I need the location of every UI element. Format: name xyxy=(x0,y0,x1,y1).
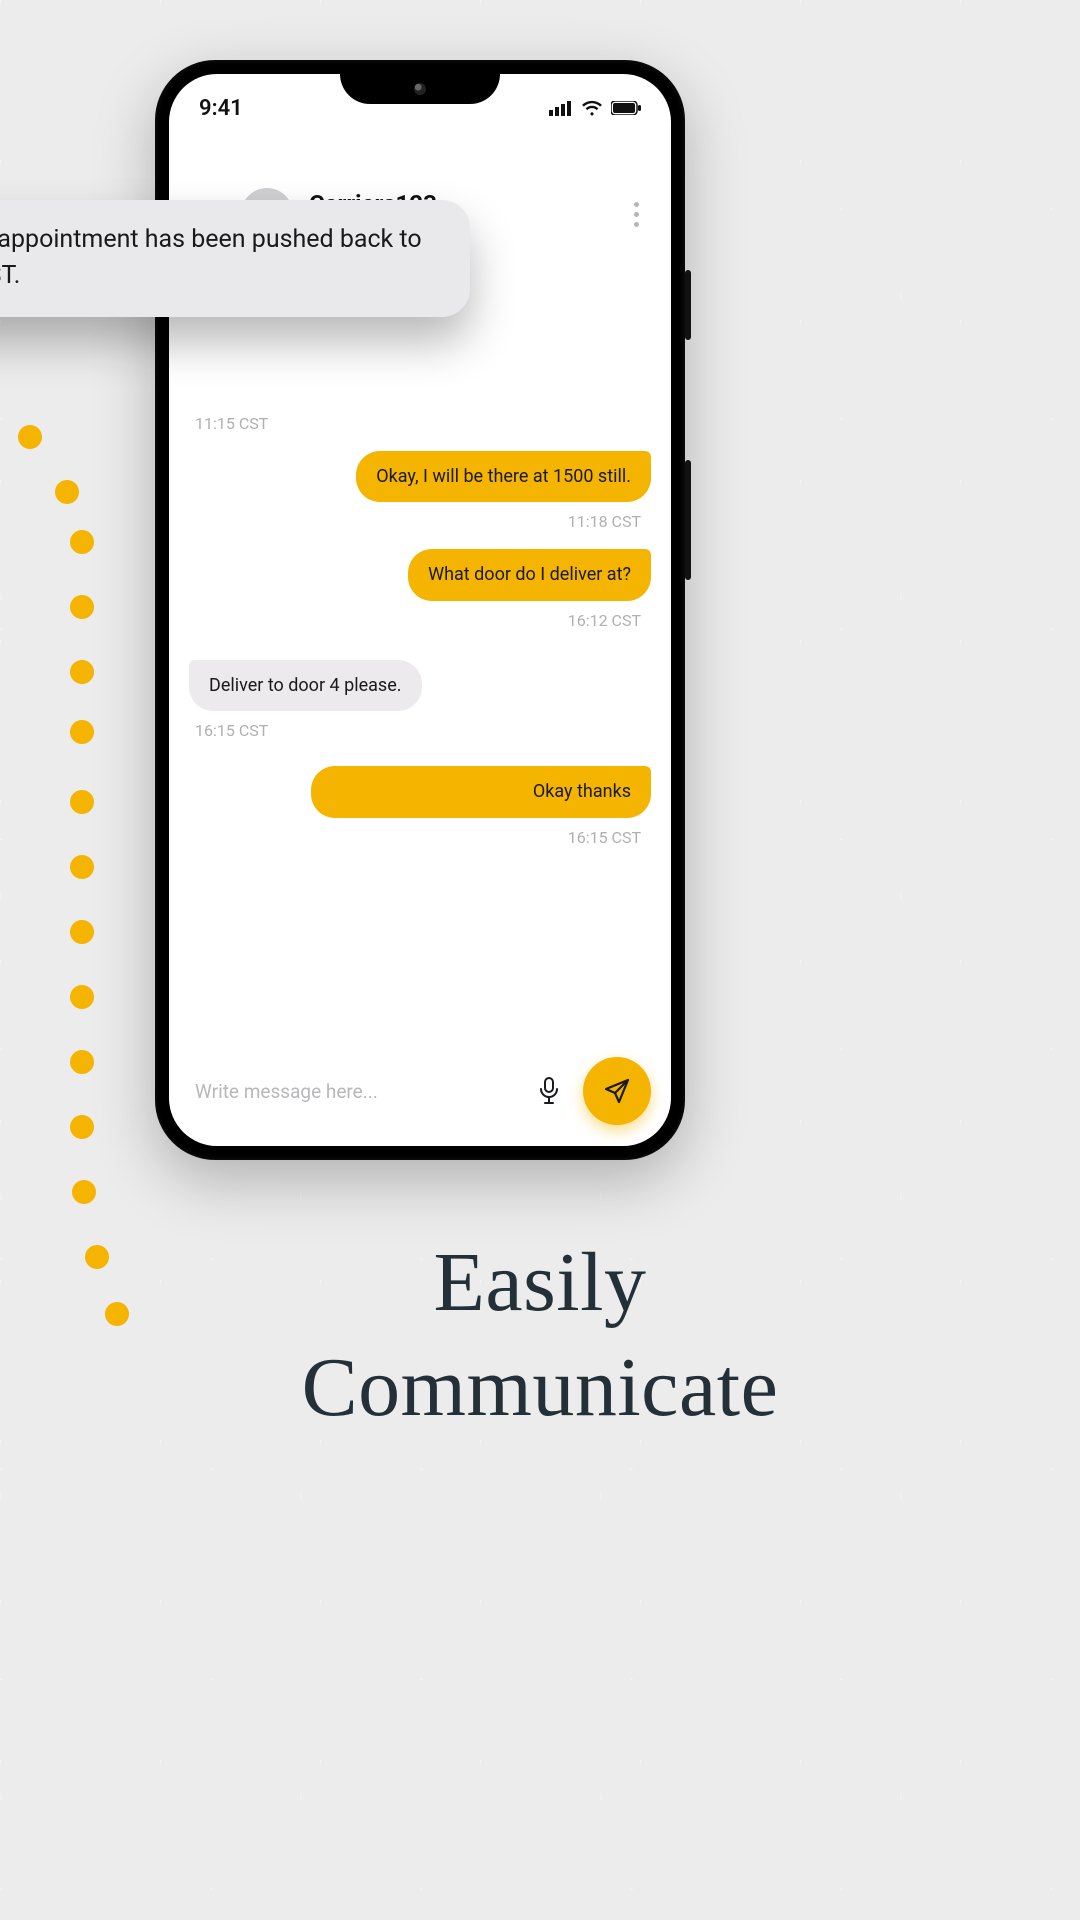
send-button[interactable] xyxy=(583,1057,651,1125)
trail-dot xyxy=(72,1180,96,1204)
message-row-sent: What door do I deliver at? xyxy=(189,549,651,600)
trail-dot xyxy=(70,720,94,744)
cellular-signal-icon xyxy=(549,100,573,116)
battery-icon xyxy=(611,101,641,115)
phone-side-button xyxy=(685,460,691,580)
status-time: 9:41 xyxy=(199,96,243,121)
promo-tagline: Easily Communicate xyxy=(0,1230,1080,1440)
microphone-button[interactable] xyxy=(529,1071,569,1111)
message-bubble-received[interactable]: Deliver to door 4 please. xyxy=(189,660,422,711)
message-input[interactable]: Write message here... xyxy=(189,1066,515,1116)
message-row-sent: Okay thanks xyxy=(189,766,651,817)
wifi-icon xyxy=(581,100,603,116)
send-icon xyxy=(603,1077,631,1105)
trail-dot xyxy=(70,595,94,619)
message-timestamp: 16:15 CST xyxy=(195,721,651,740)
trail-dot xyxy=(70,660,94,684)
message-timestamp: 16:12 CST xyxy=(189,611,641,630)
trail-dot xyxy=(70,530,94,554)
message-bubble-sent[interactable]: Okay, I will be there at 1500 still. xyxy=(356,451,651,502)
message-timestamp: 11:18 CST xyxy=(189,512,641,531)
tagline-line-2: Communicate xyxy=(0,1335,1080,1440)
message-timestamp: 16:15 CST xyxy=(189,828,641,847)
status-icons xyxy=(549,100,641,116)
highlight-message-bubble: Hi, your appointment has been pushed bac… xyxy=(0,200,470,317)
message-bubble-sent[interactable]: What door do I deliver at? xyxy=(408,549,651,600)
message-row-received: Deliver to door 4 please. xyxy=(189,660,651,711)
trail-dot xyxy=(70,855,94,879)
trail-dot xyxy=(70,985,94,1009)
trail-dot xyxy=(70,920,94,944)
trail-dot xyxy=(55,480,79,504)
trail-dot xyxy=(70,1115,94,1139)
messages-list[interactable]: 11:15 CST Okay, I will be there at 1500 … xyxy=(169,274,671,1046)
tagline-line-1: Easily xyxy=(0,1230,1080,1335)
trail-dot xyxy=(70,1050,94,1074)
phone-side-button xyxy=(685,270,691,340)
microphone-icon xyxy=(537,1076,561,1106)
message-row-sent: Okay, I will be there at 1500 still. xyxy=(189,451,651,502)
message-timestamp: 11:15 CST xyxy=(195,414,651,433)
message-composer: Write message here... xyxy=(189,1056,651,1126)
trail-dot xyxy=(70,790,94,814)
message-bubble-sent[interactable]: Okay thanks xyxy=(311,766,651,817)
phone-notch xyxy=(340,74,500,104)
trail-dot xyxy=(18,425,42,449)
dots-vertical-icon xyxy=(634,202,639,207)
more-options-button[interactable] xyxy=(621,202,651,227)
